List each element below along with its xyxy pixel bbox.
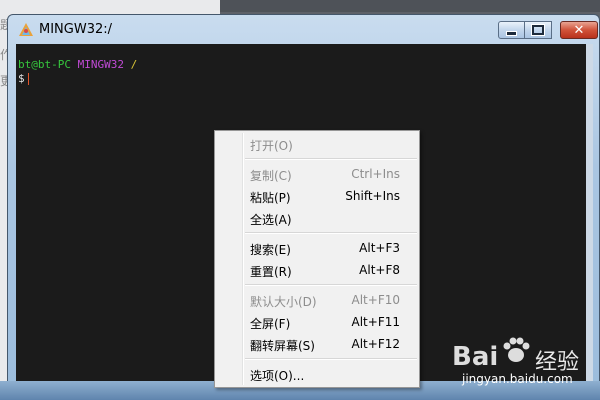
menu-item-label: 复制(C) [250,169,292,183]
menu-item-label: 全选(A) [250,213,292,227]
menu-item-options[interactable]: 选项(O)... [217,363,417,385]
window-title: MINGW32:/ [39,22,113,37]
watermark-url: jingyan.baidu.com [462,372,573,386]
menu-item-label: 翻转屏幕(S) [250,339,315,353]
minimize-button[interactable] [498,21,525,39]
menu-item-shortcut: Alt+F8 [359,263,400,277]
menu-item-label: 全屏(F) [250,317,291,331]
menu-item-label: 选项(O)... [250,369,305,383]
menu-item-default-size[interactable]: 默认大小(D) Alt+F10 [217,289,417,311]
menu-item-reset[interactable]: 重置(R) Alt+F8 [217,259,417,281]
background-strip [220,0,600,12]
paw-icon [503,337,530,362]
mingw-icon [19,23,33,36]
menu-item-label: 粘贴(P) [250,191,291,205]
menu-item-shortcut: Alt+F10 [351,293,400,307]
prompt-path: / [130,58,138,71]
title-bar[interactable]: MINGW32:/ ✕ [8,15,599,45]
input-line[interactable]: $ [18,72,29,86]
prompt-user: bt@bt-PC [18,58,71,71]
menu-item-shortcut: Alt+F3 [359,241,400,255]
vertical-scrollbar[interactable] [586,44,593,384]
menu-separator [245,358,417,360]
menu-separator [245,158,417,160]
menu-item-search[interactable]: 搜索(E) Alt+F3 [217,237,417,259]
menu-item-paste[interactable]: 粘贴(P) Shift+Ins [217,185,417,207]
menu-item-shortcut: Alt+F12 [351,337,400,351]
menu-item-shortcut: Ctrl+Ins [351,167,400,181]
menu-item-label: 默认大小(D) [250,295,317,309]
close-button[interactable]: ✕ [560,21,598,39]
prompt-symbol: $ [18,72,25,85]
menu-item-select-all[interactable]: 全选(A) [217,207,417,229]
menu-item-open[interactable]: 打开(O) [217,133,417,155]
menu-separator [245,284,417,286]
menu-item-label: 重置(R) [250,265,292,279]
maximize-button[interactable] [525,21,552,39]
menu-item-label: 打开(O) [250,139,293,153]
menu-item-flip-screen[interactable]: 翻转屏幕(S) Alt+F12 [217,333,417,355]
maximize-icon [531,24,545,36]
menu-item-label: 搜索(E) [250,243,291,257]
context-menu: 打开(O) 复制(C) Ctrl+Ins 粘贴(P) Shift+Ins 全选(… [214,130,420,388]
prompt-line: bt@bt-PC MINGW32 / [18,58,137,72]
menu-separator [245,232,417,234]
prompt-env: MINGW32 [77,58,124,71]
menu-item-shortcut: Alt+F11 [351,315,400,329]
watermark-brand: Bai [452,342,499,372]
menu-item-shortcut: Shift+Ins [345,189,400,203]
text-cursor [27,73,29,85]
minimize-icon [506,30,517,36]
menu-item-fullscreen[interactable]: 全屏(F) Alt+F11 [217,311,417,333]
close-icon: ✕ [573,22,585,38]
menu-item-copy[interactable]: 复制(C) Ctrl+Ins [217,163,417,185]
